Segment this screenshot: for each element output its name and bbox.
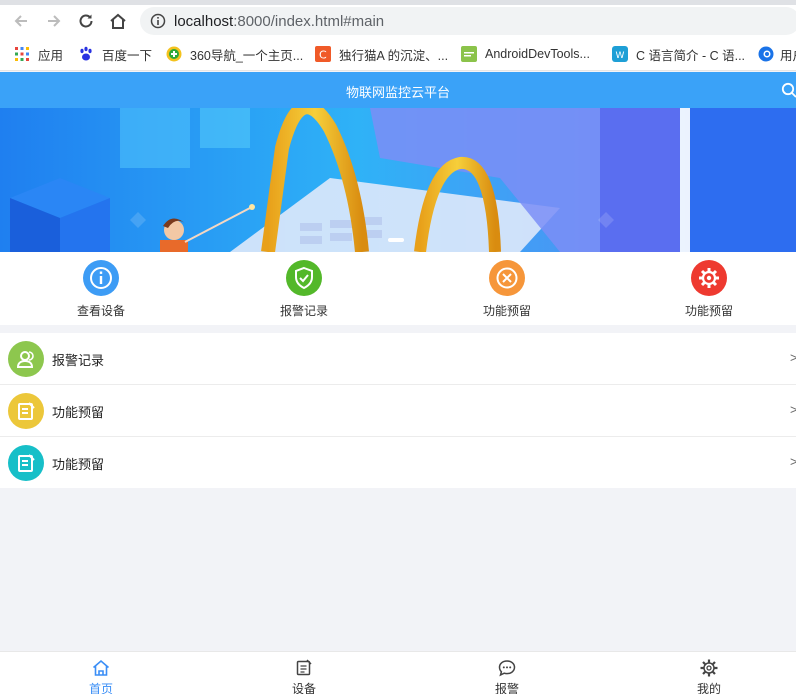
csdn-icon: C <box>315 46 331 62</box>
bookmark-csdn[interactable]: C 独行猫A 的沉淀、... <box>315 45 448 63</box>
reload-button[interactable] <box>74 9 98 33</box>
search-icon[interactable] <box>781 82 796 98</box>
quick-item-alarm-records[interactable]: 报警记录 <box>254 260 354 319</box>
chevron-right-icon: > <box>790 350 796 365</box>
list-item-label: 功能预留 <box>52 405 105 420</box>
info-icon[interactable] <box>150 13 166 29</box>
close-circle-icon <box>489 260 525 296</box>
bottom-tab-bar: 首页 设备 报警 我的 <box>0 651 796 694</box>
address-bar[interactable]: localhost:8000/index.html#main <box>140 7 796 35</box>
apps-grid-icon <box>15 47 29 61</box>
quick-item-label: 功能预留 <box>684 304 733 318</box>
quick-item-label: 报警记录 <box>279 304 328 318</box>
chevron-right-icon: > <box>790 402 796 417</box>
gear-icon <box>691 260 727 296</box>
shield-check-icon <box>286 260 322 296</box>
android-devtools-icon <box>461 46 477 62</box>
chat-icon <box>498 660 516 677</box>
list-item-reserved-2[interactable]: 功能预留 > <box>0 437 796 488</box>
quick-item-view-devices[interactable]: 查看设备 <box>51 260 151 319</box>
reload-icon <box>79 14 93 28</box>
forward-button[interactable] <box>42 9 66 33</box>
app-header: 物联网监控云平台 <box>0 72 796 108</box>
info-icon <box>83 260 119 296</box>
arrow-right-icon <box>48 15 61 27</box>
list-item-label: 报警记录 <box>52 353 105 368</box>
tab-label: 报警 <box>494 682 519 694</box>
svg-text:C: C <box>319 49 327 62</box>
list-item-alarm-records[interactable]: 报警记录 > <box>0 333 796 385</box>
bookmark-label: C 语言简介 - C 语... <box>636 48 746 63</box>
list-item-label: 功能预留 <box>52 457 105 472</box>
url-text: localhost:8000/index.html#main <box>174 13 384 30</box>
browser-toolbar: localhost:8000/index.html#main <box>0 5 796 37</box>
bookmark-user[interactable]: 用户 <box>758 45 796 63</box>
back-button[interactable] <box>9 9 33 33</box>
list-item-reserved-1[interactable]: 功能预留 > <box>0 385 796 437</box>
edit-icon <box>8 445 44 481</box>
quick-item-label: 功能预留 <box>482 304 531 318</box>
tab-devices[interactable]: 设备 <box>264 658 344 694</box>
tab-alarms[interactable]: 报警 <box>467 658 547 694</box>
quick-item-label: 查看设备 <box>76 304 125 318</box>
url-host: localhost <box>174 13 234 30</box>
home-icon <box>92 659 110 676</box>
banner-carousel[interactable] <box>0 108 796 252</box>
edit-icon <box>8 393 44 429</box>
tab-label: 首页 <box>88 682 113 694</box>
home-icon <box>110 13 126 29</box>
gear-icon <box>700 659 718 677</box>
bookmark-label: 360导航_一个主页... <box>190 48 304 63</box>
bookmark-label: 用户 <box>780 48 796 63</box>
tab-label: 我的 <box>696 682 721 694</box>
edge-icon <box>758 46 774 62</box>
bookmark-baidu[interactable]: 百度一下 <box>78 45 152 63</box>
home-button[interactable] <box>106 9 130 33</box>
edit-icon <box>296 659 312 676</box>
360-icon <box>166 46 182 62</box>
svg-text:W: W <box>616 51 625 61</box>
bookmark-label: 百度一下 <box>102 48 153 63</box>
bookmark-label: 独行猫A 的沉淀、... <box>339 48 449 63</box>
baidu-paw-icon <box>80 46 92 61</box>
tab-home[interactable]: 首页 <box>61 658 141 694</box>
quick-item-reserved-1[interactable]: 功能预留 <box>457 260 557 319</box>
url-path: :8000/index.html#main <box>233 13 385 30</box>
bookmark-label: AndroidDevTools... <box>485 47 590 61</box>
users-icon <box>8 341 44 377</box>
runoob-icon: W <box>612 46 628 62</box>
bookmarks-bar: 应用 百度一下 360导航_一个主页... C 独行猫A 的沉淀、... And… <box>0 37 796 71</box>
menu-list: 报警记录 > 功能预留 > 功能预留 > <box>0 333 796 488</box>
tab-label: 设备 <box>291 682 316 694</box>
chevron-right-icon: > <box>790 454 796 469</box>
bookmark-apps[interactable]: 应用 <box>14 45 63 63</box>
tab-mine[interactable]: 我的 <box>669 658 749 694</box>
bookmark-360[interactable]: 360导航_一个主页... <box>166 45 303 63</box>
quick-menu: 查看设备 报警记录 功能预留 功能预留 <box>0 252 796 325</box>
arrow-left-icon <box>14 15 27 27</box>
bookmark-androiddevtools[interactable]: AndroidDevTools... <box>461 45 590 63</box>
page-title: 物联网监控云平台 <box>345 85 450 100</box>
quick-item-reserved-2[interactable]: 功能预留 <box>659 260 759 319</box>
bookmark-label: 应用 <box>38 48 64 63</box>
banner-illustration <box>0 108 796 252</box>
bookmark-c-lang[interactable]: W C 语言简介 - C 语... <box>612 45 745 63</box>
